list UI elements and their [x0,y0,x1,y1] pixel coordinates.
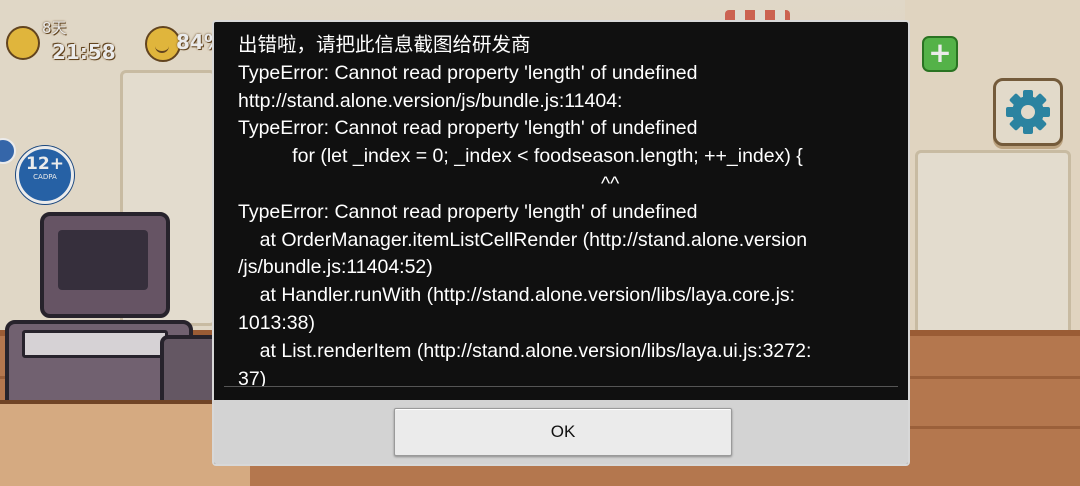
error-message-line: 1013:38) [238,311,315,334]
error-message-line: /js/bundle.js:11404:52) [238,256,433,279]
error-message-line: TypeError: Cannot read property 'length'… [238,61,698,84]
error-message-line: at OrderManager.itemListCellRender (http… [238,228,808,251]
dialog-footer: OK [214,400,908,464]
error-message-line: 37) [238,367,267,386]
error-message-line: for (let _index = 0; _index < foodseason… [238,145,803,168]
error-dialog: 出错啦，请把此信息截图给研发商 TypeError: Cannot read pr… [212,20,910,466]
error-message-line: ^^ [238,172,620,195]
error-message-line: at Handler.runWith (http://stand.alone.v… [238,284,796,307]
error-message[interactable]: 出错啦，请把此信息截图给研发商 TypeError: Cannot read pr… [238,32,888,386]
dialog-divider [224,386,898,387]
ok-button[interactable]: OK [394,408,732,456]
error-message-line: http://stand.alone.version/js/bundle.js:… [238,89,623,112]
error-message-line: 出错啦，请把此信息截图给研发商 [238,34,531,56]
error-message-line: TypeError: Cannot read property 'length'… [238,200,698,223]
error-message-line: at List.renderItem (http://stand.alone.v… [238,339,812,362]
error-message-line: TypeError: Cannot read property 'length'… [238,117,698,140]
